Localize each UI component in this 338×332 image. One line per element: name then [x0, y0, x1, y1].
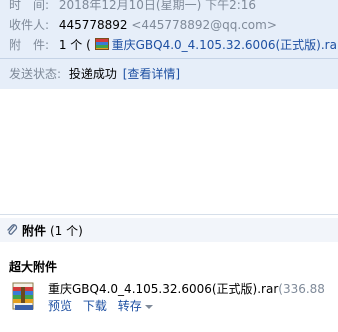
rar-archive-icon[interactable] [11, 281, 37, 311]
rar-file-icon [94, 38, 109, 50]
attachments-count: (1 个) [50, 224, 83, 238]
send-status-label: 发送状态: [9, 67, 62, 81]
attachment-actions: 预览 下载 转存 [48, 297, 160, 314]
attachment-file-name[interactable]: 重庆GBQ4.0_4.105.32.6006(正式版).rar [48, 282, 278, 296]
chevron-down-icon [144, 305, 153, 309]
paperclip-icon [7, 224, 18, 235]
recipient-row: 收件人: 445778892 <445778892@qq.com> [9, 16, 277, 33]
attachments-title: 附件 [22, 224, 47, 238]
send-status-bar: 发送状态: 投递成功 [查看详情] [0, 58, 338, 89]
recipient-email: <445778892@qq.com> [131, 18, 277, 32]
section-divider [0, 214, 338, 215]
attachment-count: 1 个 ( [58, 38, 91, 52]
attachment-link[interactable]: 重庆GBQ4.0_4.105.32.6006(正式版).ra [112, 38, 337, 52]
save-to-label: 转存 [117, 299, 142, 313]
send-status-value: 投递成功 [68, 67, 117, 81]
recipient-label: 收件人: [9, 18, 50, 32]
download-link[interactable]: 下载 [83, 299, 107, 313]
time-value: 2018年12月10日(星期一) 下午2:16 [58, 0, 257, 12]
attachment-file-row: 重庆GBQ4.0_4.105.32.6006(正式版).rar(336.88 [48, 280, 325, 297]
save-to-link[interactable]: 转存 [118, 299, 153, 313]
attachment-label: 附 件: [9, 38, 50, 52]
large-attachment-label: 超大附件 [9, 260, 58, 274]
preview-link[interactable]: 预览 [48, 299, 72, 313]
view-details-link[interactable]: [查看详情] [123, 67, 180, 81]
recipient-name[interactable]: 445778892 [59, 18, 128, 32]
time-row: 时 间: 2018年12月10日(星期一) 下午2:16 [9, 0, 256, 13]
attachment-file-size: (336.88 [278, 282, 325, 296]
attachment-row: 附 件: 1 个 ( 重庆GBQ4.0_4.105.32.6006(正式版).r… [9, 36, 337, 53]
attachments-header: 附件 (1 个) [0, 218, 338, 242]
time-label: 时 间: [9, 0, 50, 12]
mail-header: 时 间: 2018年12月10日(星期一) 下午2:16 收件人: 445778… [0, 0, 338, 58]
